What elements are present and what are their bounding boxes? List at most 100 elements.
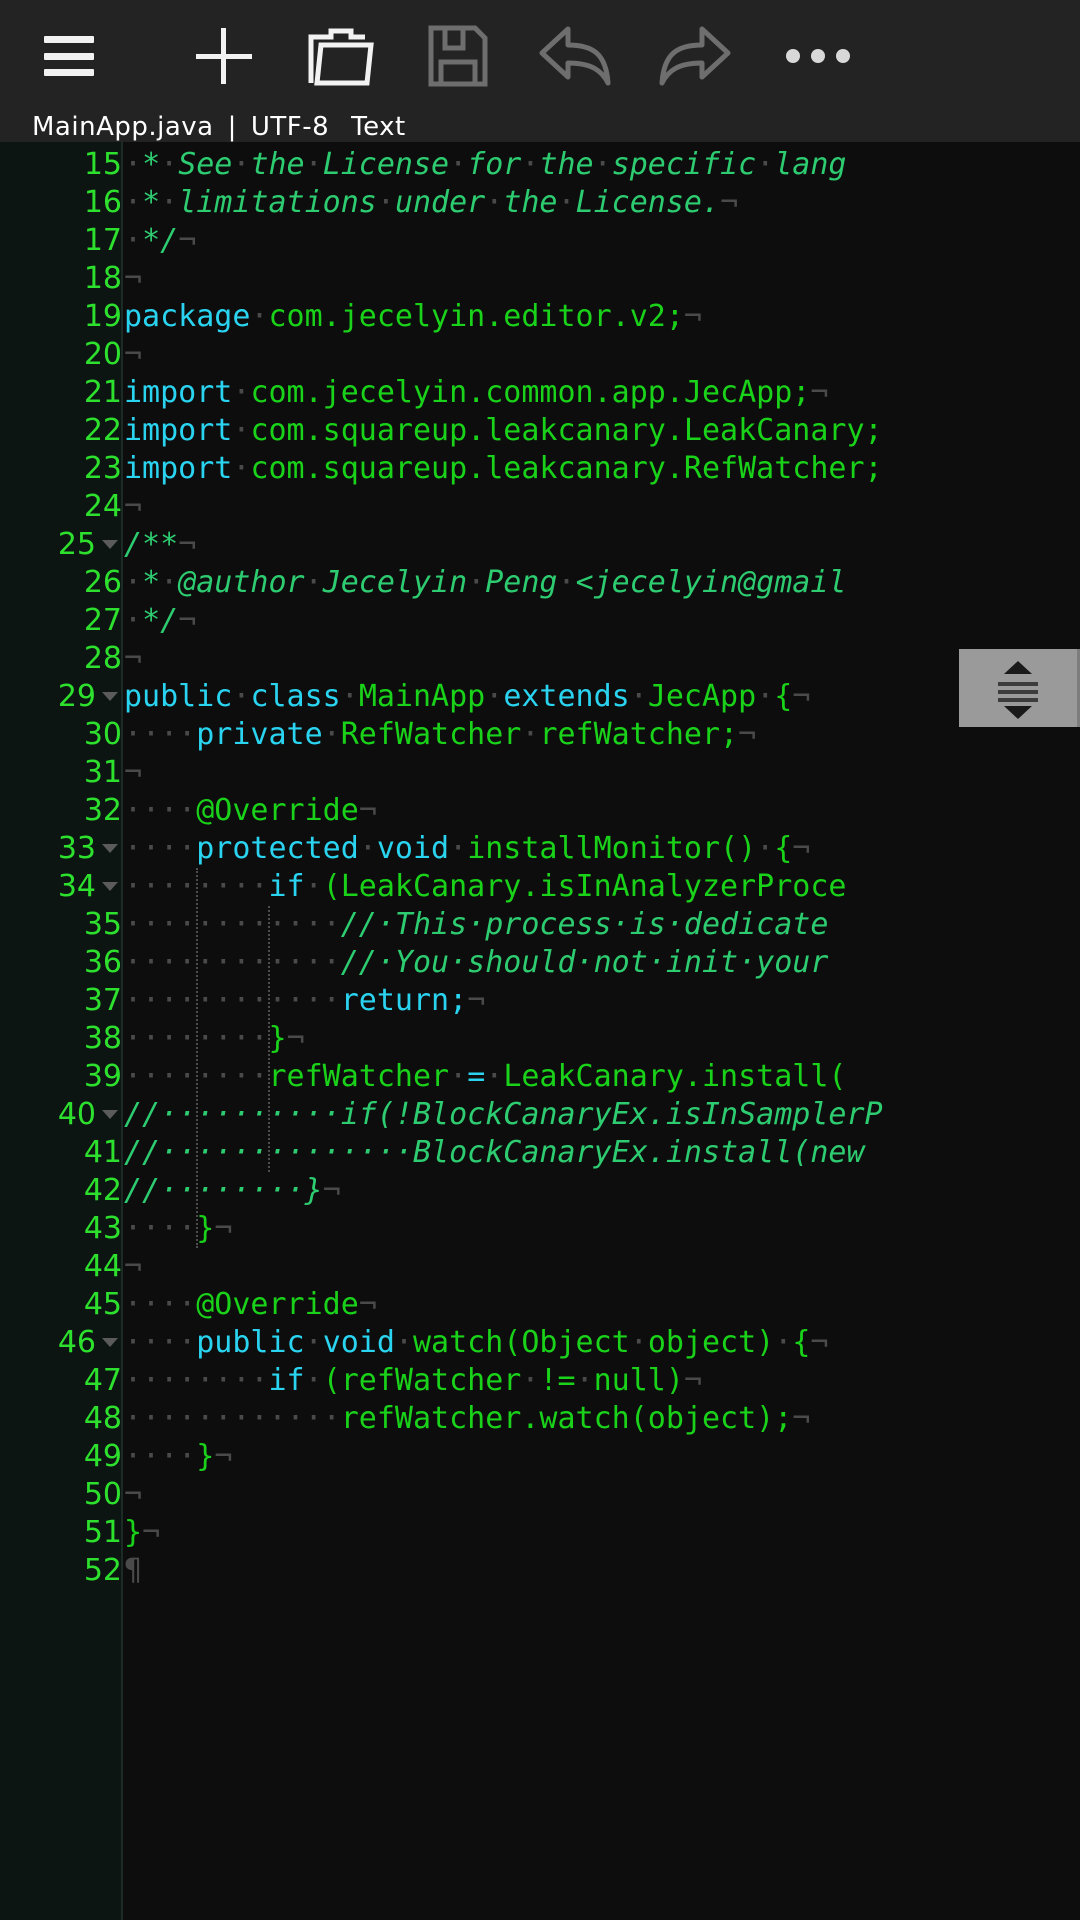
code-line[interactable]: //··········if(!BlockCanaryEx.isInSample… — [124, 1096, 883, 1134]
code-line[interactable]: package·com.jecelyin.editor.v2;¬ — [124, 298, 702, 336]
line-number: 15 — [0, 146, 122, 184]
line-number: 26 — [0, 564, 122, 602]
code-line[interactable]: import·com.squareup.leakcanary.RefWatche… — [124, 450, 883, 488]
code-token: //··············BlockCanaryEx.install(ne… — [124, 1135, 865, 1170]
code-line[interactable]: ············//·You·should·not·init·your — [124, 944, 828, 982]
line-number-value: 31 — [83, 755, 122, 790]
line-number: 28 — [0, 640, 122, 678]
code-line[interactable]: ¬ — [124, 260, 142, 298]
code-line[interactable]: ········if·(refWatcher·!=·null)¬ — [124, 1362, 702, 1400]
code-line[interactable]: ¬ — [124, 754, 142, 792]
line-number: 30 — [0, 716, 122, 754]
code-line[interactable]: ·*/¬ — [124, 602, 196, 640]
code-line[interactable]: ····public·void·watch(Object·object)·{¬ — [124, 1324, 828, 1362]
code-token: ¬ — [683, 299, 702, 334]
new-file-button[interactable] — [166, 0, 281, 112]
code-token: watch(Object — [413, 1325, 630, 1360]
code-token: · — [449, 831, 468, 866]
code-token: private — [196, 717, 323, 752]
redo-arrow-icon — [659, 26, 731, 86]
code-line[interactable]: ········refWatcher·=·LeakCanary.install( — [124, 1058, 846, 1096]
code-line[interactable]: ¬ — [124, 336, 142, 374]
fold-toggle-icon[interactable] — [102, 1338, 118, 1347]
code-token: MainApp — [358, 679, 486, 714]
code-line[interactable]: //··············BlockCanaryEx.install(ne… — [124, 1134, 865, 1172]
code-token: ···· — [124, 717, 197, 752]
code-token: (LeakCanary.isInAnalyzerProce — [322, 869, 847, 904]
code-line[interactable]: ····}¬ — [124, 1210, 232, 1248]
file-info-separator: | — [227, 112, 237, 142]
line-number-value: 44 — [83, 1249, 122, 1284]
code-token: the — [503, 185, 558, 220]
code-line[interactable]: ····}¬ — [124, 1438, 232, 1476]
code-token: (refWatcher — [322, 1363, 522, 1398]
code-line[interactable]: ············//·This·process·is·dedicate — [124, 906, 828, 944]
code-line[interactable]: ·*/¬ — [124, 222, 196, 260]
code-token: if — [268, 869, 305, 904]
scroll-grip-icon — [998, 682, 1038, 706]
save-button[interactable] — [399, 0, 517, 112]
line-number-value: 23 — [83, 451, 122, 486]
code-line[interactable]: ¬ — [124, 488, 142, 526]
code-line[interactable]: ····@Override¬ — [124, 1286, 377, 1324]
line-number-value: 51 — [83, 1515, 122, 1550]
code-line[interactable]: }¬ — [124, 1514, 160, 1552]
code-line[interactable]: ····@Override¬ — [124, 792, 377, 830]
code-line[interactable]: ¶ — [124, 1552, 142, 1590]
line-number: 37 — [0, 982, 122, 1020]
line-number-value: 33 — [57, 831, 96, 866]
code-area[interactable]: ·*·See·the·License·for·the·specific·lang… — [124, 142, 1080, 1920]
code-token: com.squareup.leakcanary.RefWatcher; — [250, 451, 883, 486]
code-token: package — [124, 299, 251, 334]
code-token: import — [124, 375, 233, 410]
code-line[interactable]: ¬ — [124, 640, 142, 678]
code-token: · — [304, 1363, 323, 1398]
redo-button[interactable] — [635, 0, 753, 112]
code-line[interactable]: /**¬ — [124, 526, 196, 564]
code-token: ¬ — [358, 1287, 377, 1322]
line-number-value: 20 — [83, 337, 122, 372]
code-token: · — [232, 375, 251, 410]
code-token: protected — [196, 831, 359, 866]
line-number-value: 52 — [83, 1553, 122, 1588]
line-number: 39 — [0, 1058, 122, 1096]
code-line[interactable]: ····private·RefWatcher·refWatcher;¬ — [124, 716, 756, 754]
code-token: } — [196, 1439, 215, 1474]
menu-button[interactable] — [0, 0, 138, 112]
overflow-menu-button[interactable] — [763, 0, 873, 112]
code-line[interactable]: ········if·(LeakCanary.isInAnalyzerProce — [124, 868, 846, 906]
fold-toggle-icon[interactable] — [102, 540, 118, 549]
code-line[interactable]: ········}¬ — [124, 1020, 305, 1058]
line-number-value: 36 — [83, 945, 122, 980]
code-line[interactable]: ¬ — [124, 1248, 142, 1286]
code-editor[interactable]: 15 16 17 18 19 20 21 22 23 24 25 26 27 28 29 30 31 32 33 34… — [0, 142, 1080, 1920]
code-line[interactable]: ············return;¬ — [124, 982, 485, 1020]
code-token: ¬ — [214, 1439, 233, 1474]
code-token: ¬ — [792, 1401, 811, 1436]
code-token: ¬ — [178, 603, 197, 638]
open-file-button[interactable] — [281, 0, 399, 112]
code-line[interactable]: ·*·See·the·License·for·the·specific·lang — [124, 146, 847, 184]
code-token: RefWatcher — [340, 717, 522, 752]
code-token: ···· — [124, 831, 197, 866]
code-line[interactable]: ·*·limitations·under·the·License.¬ — [124, 184, 738, 222]
code-token: · — [774, 1325, 793, 1360]
undo-button[interactable] — [517, 0, 635, 112]
vertical-scrollbar-thumb[interactable] — [959, 649, 1080, 727]
fold-toggle-icon[interactable] — [102, 1110, 118, 1119]
fold-toggle-icon[interactable] — [102, 882, 118, 891]
code-line[interactable]: //········}¬ — [124, 1172, 341, 1210]
code-token: @Override — [196, 1287, 359, 1322]
code-line[interactable]: ············refWatcher.watch(object);¬ — [124, 1400, 810, 1438]
code-line[interactable]: ····protected·void·installMonitor()·{¬ — [124, 830, 810, 868]
code-line[interactable]: import·com.jecelyin.common.app.JecApp;¬ — [124, 374, 828, 412]
line-number: 23 — [0, 450, 122, 488]
fold-toggle-icon[interactable] — [102, 692, 118, 701]
code-line[interactable]: public·class·MainApp·extends·JecApp·{¬ — [124, 678, 810, 716]
line-number-value: 35 — [83, 907, 122, 942]
fold-toggle-icon[interactable] — [102, 844, 118, 853]
code-line[interactable]: ·*·@author·Jecelyin·Peng·<jecelyin@gmail — [124, 564, 847, 602]
code-token: · — [358, 831, 377, 866]
code-line[interactable]: ¬ — [124, 1476, 142, 1514]
code-line[interactable]: import·com.squareup.leakcanary.LeakCanar… — [124, 412, 883, 450]
